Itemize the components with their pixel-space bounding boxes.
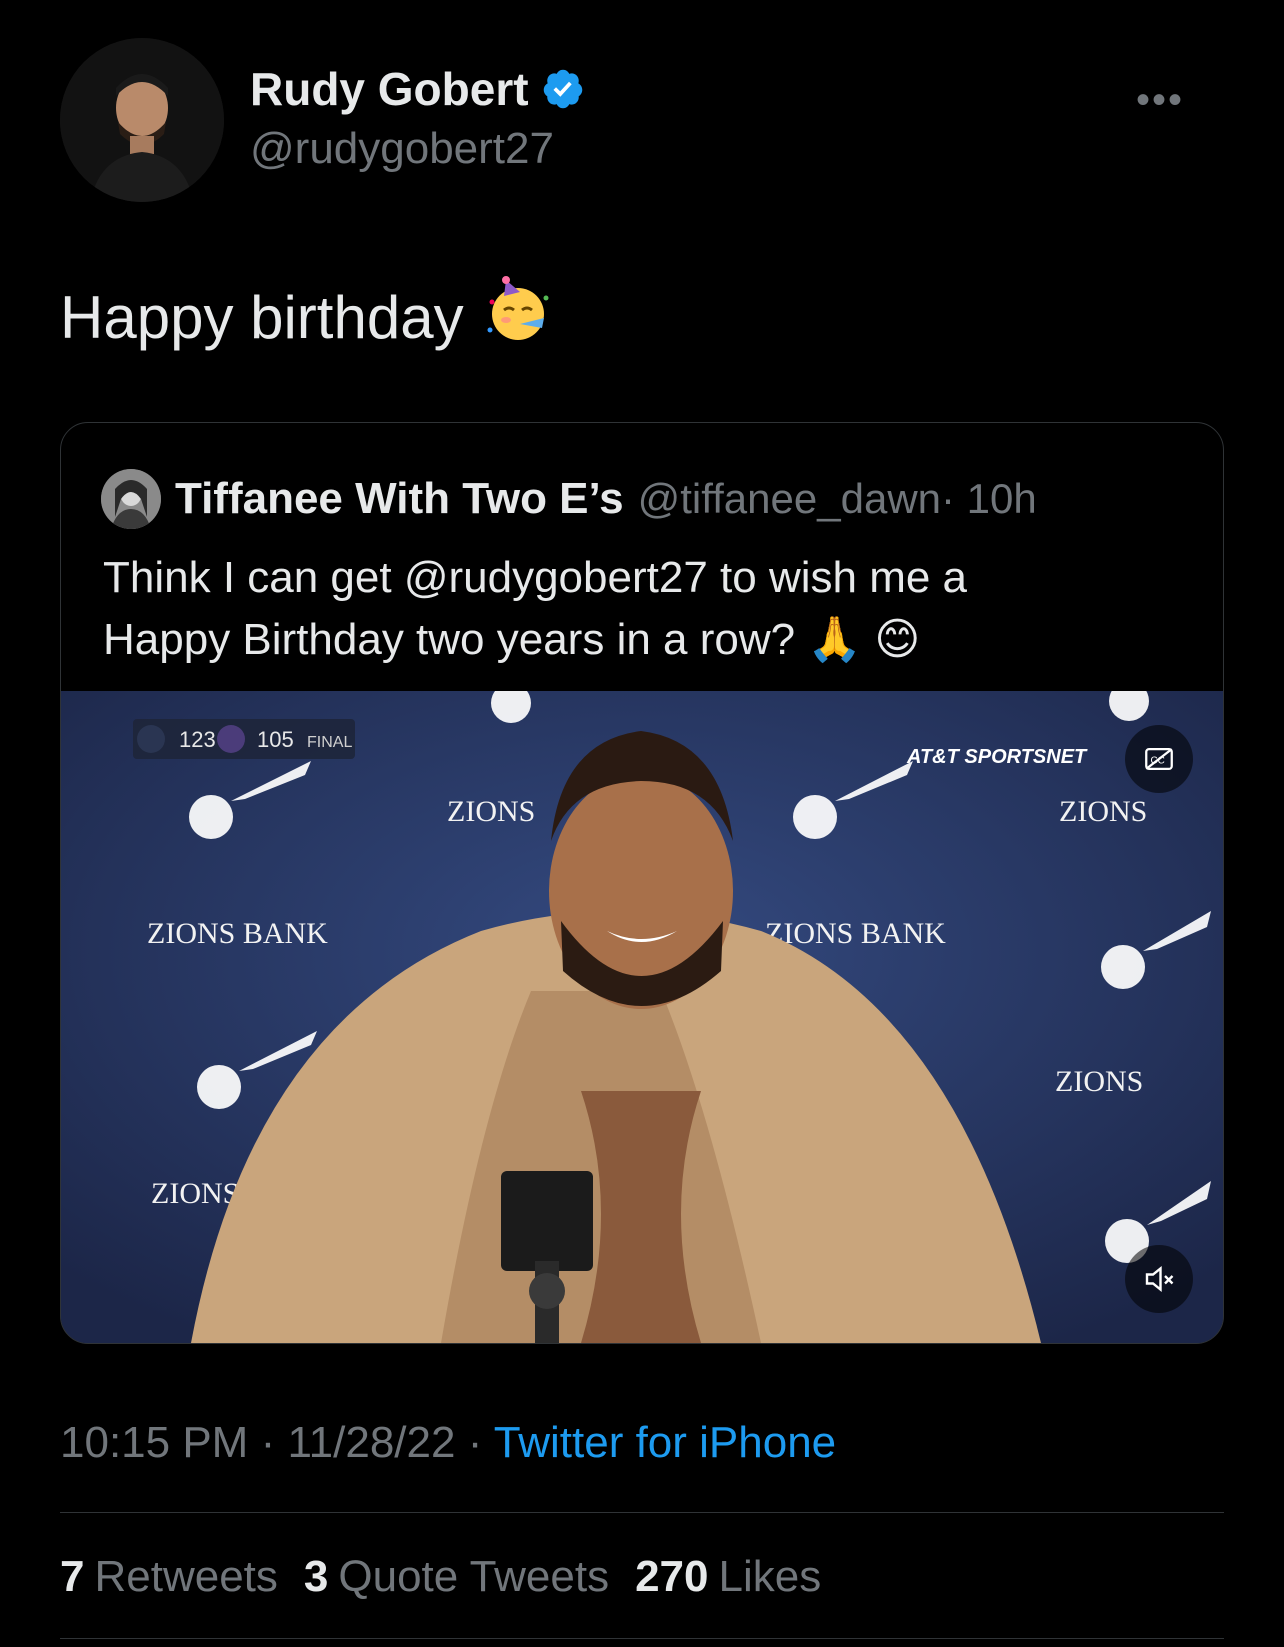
author-name-row: Rudy Gobert xyxy=(250,62,585,116)
scorebug: 123 105 FINAL xyxy=(133,719,355,759)
quote-tweets-stat[interactable]: 3 Quote Tweets xyxy=(304,1552,609,1602)
backdrop-text: ZIONS xyxy=(1055,1065,1143,1098)
quoted-author-avatar[interactable] xyxy=(101,469,161,529)
scorebug-home: 123 xyxy=(179,727,216,752)
backdrop-text: ZIONS xyxy=(151,1177,239,1210)
quoted-tweet-header: Tiffanee With Two E’s @tiffanee_dawn · 1… xyxy=(101,469,1037,529)
tweet-time[interactable]: 10:15 PM xyxy=(60,1418,248,1467)
quoted-author-name[interactable]: Tiffanee With Two E’s xyxy=(175,474,624,524)
likes-label: Likes xyxy=(718,1552,822,1601)
quoted-tweet-age: · 10h xyxy=(941,475,1037,522)
quoted-tweet-card[interactable]: Tiffanee With Two E’s @tiffanee_dawn · 1… xyxy=(60,422,1224,1344)
quoted-text-part: Think I can get xyxy=(103,553,404,602)
backdrop-text: ZIONS xyxy=(1059,795,1147,828)
divider xyxy=(60,1512,1224,1513)
tweet-date[interactable]: 11/28/22 xyxy=(287,1418,455,1467)
video-player[interactable]: 123 105 FINAL AT&T SPORTSNET ZIONS ZIONS… xyxy=(61,691,1223,1343)
author-avatar[interactable] xyxy=(60,38,224,202)
scorebug-status: FINAL xyxy=(307,734,352,751)
quoted-author-handle[interactable]: @tiffanee_dawn xyxy=(638,475,941,523)
network-bug: AT&T SPORTSNET xyxy=(906,746,1088,768)
tweet-stats: 7 Retweets 3 Quote Tweets 270 Likes xyxy=(60,1552,821,1602)
tweet-text: Happy birthday xyxy=(60,276,552,358)
verified-badge-icon xyxy=(543,69,582,109)
video-frame: 123 105 FINAL AT&T SPORTSNET ZIONS ZIONS… xyxy=(61,691,1223,1343)
retweets-label: Retweets xyxy=(94,1552,278,1601)
likes-stat[interactable]: 270 Likes xyxy=(635,1552,821,1602)
volume-muted-icon xyxy=(1145,1266,1174,1292)
retweets-stat[interactable]: 7 Retweets xyxy=(60,1552,278,1602)
author-handle[interactable]: @rudygobert27 xyxy=(250,124,554,174)
backdrop-text: ZIONS xyxy=(447,795,535,828)
backdrop-text: ZIONS BANK xyxy=(147,917,328,950)
mute-button[interactable] xyxy=(1125,1245,1193,1313)
backdrop-text: ZIONS BANK xyxy=(765,917,946,950)
meta-separator: · xyxy=(455,1418,494,1467)
quoted-text-part: Happy Birthday two years in a row? xyxy=(103,615,808,664)
closed-captions-button[interactable]: CC xyxy=(1125,725,1193,793)
divider xyxy=(60,1638,1224,1639)
avatar-photo xyxy=(60,38,224,202)
scorebug-away: 105 xyxy=(257,727,294,752)
author-name[interactable]: Rudy Gobert xyxy=(250,62,529,116)
meta-separator: · xyxy=(248,1418,288,1467)
closed-captions-icon: CC xyxy=(1145,747,1173,771)
quoted-tweet-text: Think I can get @rudygobert27 to wish me… xyxy=(103,547,1183,671)
quotes-label: Quote Tweets xyxy=(338,1552,610,1601)
more-options-icon[interactable]: ••• xyxy=(1136,78,1184,123)
tweet-meta: 10:15 PM · 11/28/22 · Twitter for iPhone xyxy=(60,1418,836,1468)
likes-count: 270 xyxy=(635,1552,709,1601)
tweet-text-content: Happy birthday xyxy=(60,283,464,351)
retweets-count: 7 xyxy=(60,1552,85,1601)
tweet-source[interactable]: Twitter for iPhone xyxy=(494,1418,836,1467)
quotes-count: 3 xyxy=(303,1552,329,1601)
quoted-text-emoji: 🙏 😊 xyxy=(807,615,921,664)
partying-face-emoji xyxy=(484,276,552,358)
quoted-text-mention[interactable]: @rudygobert27 xyxy=(404,553,708,602)
quoted-text-part: to wish me a xyxy=(707,553,968,602)
